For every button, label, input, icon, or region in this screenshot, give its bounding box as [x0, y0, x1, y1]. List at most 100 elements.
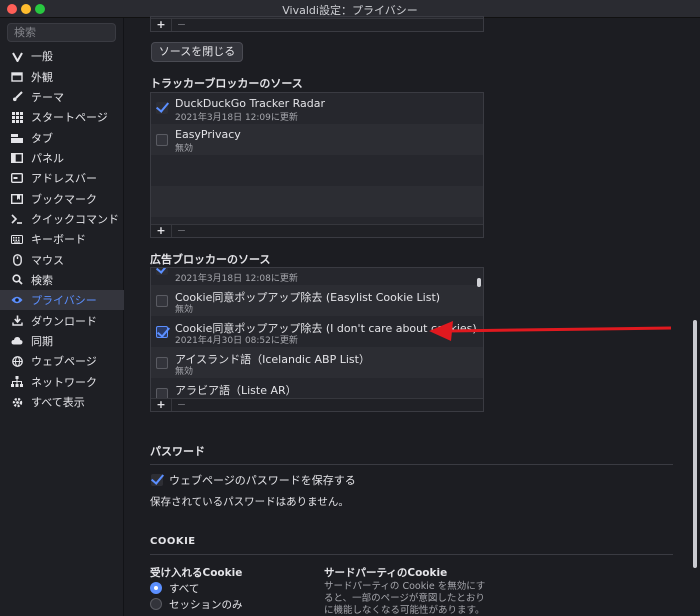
adblock-sources-title: 広告ブロッカーのソース: [150, 253, 271, 266]
password-section-title: パスワード: [150, 445, 205, 458]
cookie-all-label: すべて: [169, 583, 200, 595]
tabs-icon: [11, 132, 23, 144]
quick-command-icon: [11, 213, 23, 225]
sidebar-item-address-bar[interactable]: アドレスバー: [0, 168, 124, 188]
search-icon: [11, 274, 23, 286]
source-status: 無効: [175, 305, 194, 315]
mouse-icon: [11, 253, 23, 266]
network-icon: [11, 376, 23, 388]
folder-icon: [11, 71, 23, 83]
settings-nav: 一般 外観 テーマ スタートページ タブ パネル アドレスバー ブックマーク ク…: [0, 46, 124, 412]
sidebar-item-label: 同期: [31, 334, 53, 348]
sidebar-item-label: プライバシー: [31, 294, 97, 308]
source-status: 無効: [175, 367, 194, 377]
cookie-section-title: COOKIE: [150, 536, 196, 547]
tracker-source-checkbox[interactable]: [156, 134, 168, 146]
save-passwords-checkbox[interactable]: [151, 474, 163, 486]
main-scrollbar[interactable]: [693, 320, 697, 568]
list-footer: + −: [151, 18, 483, 31]
eye-icon: [11, 294, 23, 306]
tracker-source-list: DuckDuckGo Tracker Radar 2021年3月18日 12:0…: [150, 92, 484, 238]
sidebar-item-bookmarks[interactable]: ブックマーク: [0, 188, 124, 208]
gear-icon: [11, 396, 23, 408]
add-source-button[interactable]: +: [151, 399, 171, 411]
sidebar-item-label: クイックコマンド: [31, 212, 119, 226]
source-name: アラビア語（Liste AR）: [175, 384, 297, 397]
cookie-session-label: セッションのみ: [169, 599, 243, 611]
accept-cookies-title: 受け入れるCookie: [150, 567, 243, 579]
close-sources-button[interactable]: ソースを閉じる: [151, 42, 243, 62]
sidebar-item-appearance[interactable]: 外観: [0, 66, 124, 86]
sidebar-item-label: 検索: [31, 273, 53, 287]
sidebar-item-label: すべて表示: [31, 396, 85, 410]
adblock-source-checkbox[interactable]: [156, 357, 168, 369]
vivaldi-icon: [11, 50, 23, 62]
sidebar-item-panels[interactable]: パネル: [0, 148, 124, 168]
list-footer: + −: [151, 398, 483, 411]
adblock-source-checkbox[interactable]: [156, 326, 168, 338]
sidebar-item-label: アドレスバー: [31, 172, 97, 186]
sidebar-item-downloads[interactable]: ダウンロード: [0, 310, 124, 330]
sidebar-item-sync[interactable]: 同期: [0, 331, 124, 351]
previous-source-list: + −: [150, 16, 484, 32]
source-name: アイスランド語（Icelandic ABP List）: [175, 353, 370, 366]
sidebar-item-themes[interactable]: テーマ: [0, 87, 124, 107]
source-status: 2021年3月18日 12:08に更新: [175, 274, 298, 284]
add-source-button[interactable]: +: [151, 225, 171, 237]
sidebar-item-label: マウス: [31, 253, 64, 267]
cookie-session-radio[interactable]: [150, 598, 162, 610]
adblock-source-checkbox[interactable]: [156, 268, 168, 275]
source-status: 2021年3月18日 12:09に更新: [175, 113, 298, 123]
settings-search-input[interactable]: [7, 23, 116, 42]
sidebar-item-general[interactable]: 一般: [0, 46, 124, 66]
globe-icon: [11, 355, 23, 367]
cookie-all-radio[interactable]: [150, 582, 162, 594]
sidebar-item-label: キーボード: [31, 233, 86, 247]
sidebar-item-label: タブ: [31, 131, 53, 145]
sidebar-item-label: スタートページ: [31, 111, 108, 125]
sidebar-item-keyboard[interactable]: キーボード: [0, 229, 124, 249]
section-divider: [150, 464, 673, 465]
sidebar-item-label: ダウンロード: [31, 314, 97, 328]
sidebar-item-mouse[interactable]: マウス: [0, 249, 124, 269]
list-item[interactable]: DuckDuckGo Tracker Radar 2021年3月18日 12:0…: [151, 93, 483, 124]
sidebar-item-label: ウェブページ: [31, 355, 97, 369]
sidebar-item-label: 一般: [31, 50, 53, 64]
list-item[interactable]: 2021年3月18日 12:08に更新: [151, 268, 483, 285]
download-icon: [11, 315, 23, 327]
sidebar-item-quick-commands[interactable]: クイックコマンド: [0, 209, 124, 229]
source-status: 2021年4月30日 08:52に更新: [175, 336, 298, 346]
tracker-sources-title: トラッカーブロッカーのソース: [150, 77, 303, 90]
no-saved-passwords-text: 保存されているパスワードはありません。: [150, 496, 349, 508]
adblock-source-checkbox[interactable]: [156, 295, 168, 307]
source-name: EasyPrivacy: [175, 128, 241, 141]
section-divider: [150, 554, 673, 555]
sidebar-item-tabs[interactable]: タブ: [0, 127, 124, 147]
add-source-button[interactable]: +: [151, 19, 171, 31]
sidebar-item-start-page[interactable]: スタートページ: [0, 107, 124, 127]
address-bar-icon: [11, 172, 23, 184]
bookmark-icon: [11, 193, 23, 205]
sidebar-item-label: テーマ: [31, 90, 64, 104]
list-item[interactable]: EasyPrivacy 無効: [151, 124, 483, 155]
sidebar-item-label: 外観: [31, 70, 53, 84]
list-scrollbar[interactable]: [477, 278, 481, 287]
third-party-cookies-description: サードパーティの Cookie を無効にすると、一部のページが意図したとおりに機…: [324, 581, 486, 616]
sidebar-item-search[interactable]: 検索: [0, 270, 124, 290]
remove-source-button[interactable]: −: [171, 399, 191, 411]
tracker-source-checkbox[interactable]: [156, 102, 168, 114]
list-item[interactable]: アイスランド語（Icelandic ABP List） 無効: [151, 347, 483, 378]
sidebar-item-label: ネットワーク: [31, 375, 97, 389]
sidebar-item-webpages[interactable]: ウェブページ: [0, 351, 124, 371]
cloud-icon: [11, 335, 23, 347]
sidebar-item-label: パネル: [31, 151, 64, 165]
sidebar-item-label: ブックマーク: [31, 192, 97, 206]
remove-source-button[interactable]: −: [171, 19, 191, 31]
keyboard-icon: [11, 233, 23, 245]
save-passwords-label: ウェブページのパスワードを保存する: [169, 474, 356, 487]
sidebar-item-show-all[interactable]: すべて表示: [0, 392, 124, 412]
sidebar-item-privacy[interactable]: プライバシー: [0, 290, 124, 311]
remove-source-button[interactable]: −: [171, 225, 191, 237]
sidebar-item-network[interactable]: ネットワーク: [0, 372, 124, 392]
list-item[interactable]: Cookie同意ポップアップ除去 (Easylist Cookie List) …: [151, 285, 483, 316]
